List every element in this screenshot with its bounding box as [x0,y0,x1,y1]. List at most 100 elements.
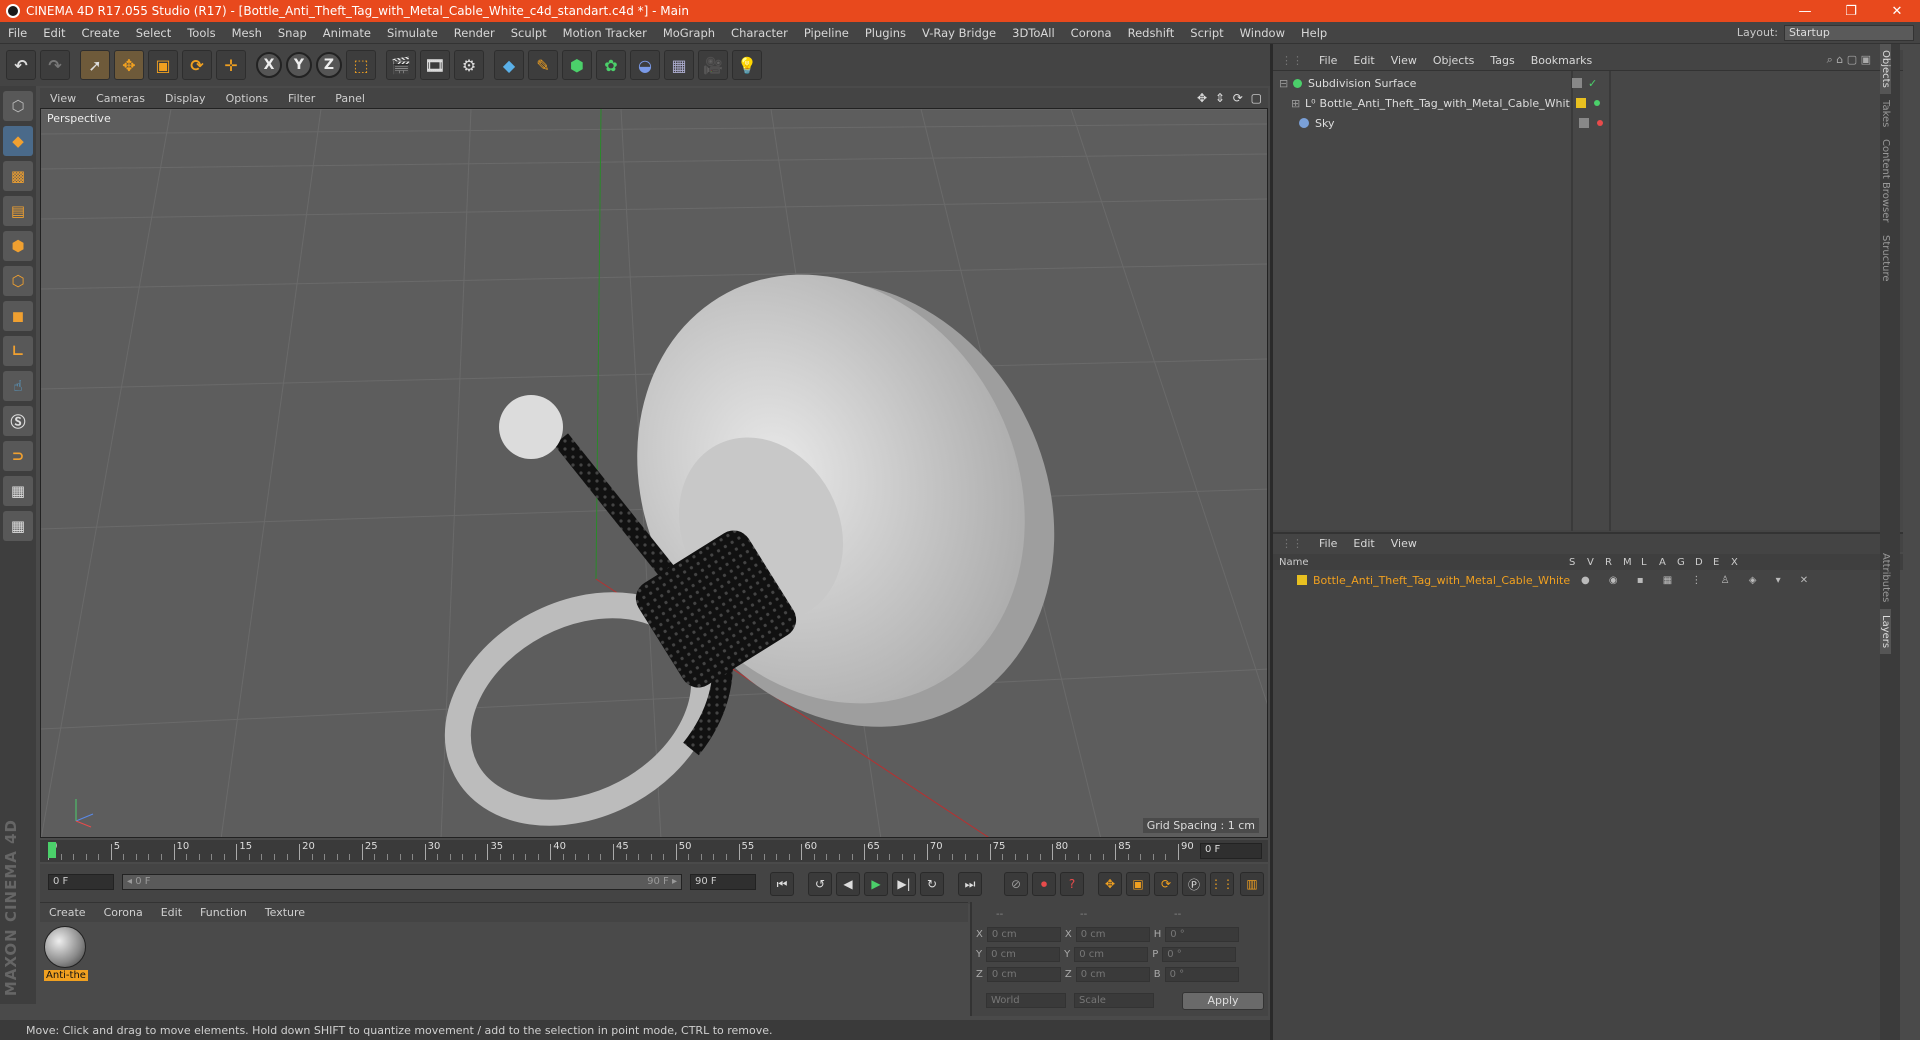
make-editable-icon[interactable]: ⬡ [3,91,33,121]
layer-col-l[interactable]: L [1641,557,1659,568]
menu-mesh[interactable]: Mesh [224,26,270,40]
mat-menu-create[interactable]: Create [40,906,95,919]
layer-col-g[interactable]: G [1677,557,1695,568]
obj-menu-view[interactable]: View [1383,54,1425,67]
planar-workplane-icon[interactable]: ▦ [3,511,33,541]
menu-animate[interactable]: Animate [315,26,379,40]
prev-key-icon[interactable]: ↺ [808,872,832,896]
coordinate-system-icon[interactable]: ⬚ [346,50,376,80]
menu-create[interactable]: Create [74,26,128,40]
keyframe-selection-icon[interactable]: ? [1060,872,1084,896]
key-scale-icon[interactable]: ▣ [1126,872,1150,896]
size-y-field[interactable]: 0 cm [1074,946,1149,962]
obj-menu-bookmarks[interactable]: Bookmarks [1523,54,1600,67]
prev-frame-icon[interactable]: ◀ [836,872,860,896]
camera-icon[interactable]: 🎥 [698,50,728,80]
rotation-p-field[interactable]: 0 ° [1162,946,1237,962]
panel-grip-icon[interactable]: ⋮⋮ [1273,54,1311,67]
layer-menu-file[interactable]: File [1311,537,1345,550]
timeline-window-icon[interactable]: ▥ [1240,872,1264,896]
layer-col-d[interactable]: D [1695,557,1713,568]
deformer-icon[interactable]: ◒ [630,50,660,80]
menu-simulate[interactable]: Simulate [379,26,446,40]
viewport-menu-filter[interactable]: Filter [278,92,325,105]
layer-col-e[interactable]: E [1713,557,1731,568]
live-selection-icon[interactable]: ✛ [216,50,246,80]
close-button[interactable]: ✕ [1874,4,1920,19]
scale-tool-icon[interactable]: ▣ [148,50,178,80]
tree-expand-icon[interactable]: ⊟ [1279,77,1293,90]
menu-tools[interactable]: Tools [179,26,223,40]
layer-tag-icon[interactable] [1579,118,1589,128]
tab-structure[interactable]: Structure [1880,229,1891,288]
obj-menu-file[interactable]: File [1311,54,1345,67]
layer-col-r[interactable]: R [1605,557,1623,568]
visibility-dot-icon[interactable] [1593,100,1600,106]
visibility-dot-icon[interactable] [1597,120,1603,126]
subdivision-surface-icon[interactable]: ⬢ [562,50,592,80]
next-key-icon[interactable]: ↻ [920,872,944,896]
auto-key-icon[interactable]: ⏺ [1032,872,1056,896]
coordinate-space-dropdown[interactable]: World [986,992,1066,1008]
layer-col-a[interactable]: A [1659,557,1677,568]
cloner-icon[interactable]: ✿ [596,50,626,80]
snap-icon[interactable]: Ⓢ [3,406,33,436]
render-settings-icon[interactable]: ⚙ [454,50,484,80]
x-axis-lock-button[interactable]: X [256,52,282,78]
layout-dropdown[interactable]: Startup [1784,24,1914,41]
viewport-menu-display[interactable]: Display [155,92,216,105]
layer-toggle-icons[interactable]: ● ◉ ▪ ▦ ⋮ ♙ ◈ ▾ ✕ [1581,575,1816,586]
y-axis-lock-button[interactable]: Y [286,52,312,78]
menu-edit[interactable]: Edit [35,26,73,40]
menu-render[interactable]: Render [446,26,503,40]
render-view-icon[interactable]: 🎬 [386,50,416,80]
key-position-icon[interactable]: ✥ [1098,872,1122,896]
move-tool-icon[interactable]: ✥ [114,50,144,80]
menu-3dtoall[interactable]: 3DToAll [1004,26,1063,40]
texture-mode-icon[interactable]: ▩ [3,161,33,191]
mat-menu-edit[interactable]: Edit [152,906,191,919]
record-keys-icon[interactable]: ⊘ [1004,872,1028,896]
menu-corona[interactable]: Corona [1063,26,1120,40]
search-icon[interactable]: ⌕ ⌂ ▢ ▣ [1819,53,1879,67]
play-icon[interactable]: ▶ [864,872,888,896]
end-frame-field[interactable]: 90 F [690,874,756,890]
rotation-b-field[interactable]: 0 ° [1164,966,1239,982]
position-x-field[interactable]: 0 cm [986,926,1061,942]
rotation-h-field[interactable]: 0 ° [1165,926,1240,942]
pen-spline-icon[interactable]: ✎ [528,50,558,80]
goto-end-icon[interactable]: ⏭ [958,872,982,896]
magnet-icon[interactable]: ⊃ [3,441,33,471]
viewport-navigation-icons[interactable]: ✥ ⇕ ⟳ ▢ [1197,91,1268,105]
layer-tag-icon[interactable] [1572,78,1582,88]
tweak-mode-icon[interactable]: ☝ [3,371,33,401]
light-icon[interactable]: 💡 [732,50,762,80]
model-mode-icon[interactable]: ◆ [3,126,33,156]
position-y-field[interactable]: 0 cm [986,946,1061,962]
viewport-menu-view[interactable]: View [40,92,86,105]
apply-button[interactable]: Apply [1182,992,1264,1010]
axis-mode-icon[interactable]: ∟ [3,336,33,366]
obj-menu-objects[interactable]: Objects [1425,54,1483,67]
position-z-field[interactable]: 0 cm [986,966,1061,982]
mat-menu-texture[interactable]: Texture [256,906,314,919]
workplane-icon[interactable]: ▤ [3,196,33,226]
menu-plugins[interactable]: Plugins [857,26,914,40]
size-mode-dropdown[interactable]: Scale [1074,992,1154,1008]
layer-col-m[interactable]: M [1623,557,1641,568]
timeline-ruler[interactable]: 051015202530354045505560657075808590 0 F [40,840,1268,862]
layer-col-s[interactable]: S [1569,557,1587,568]
menu-file[interactable]: File [0,26,35,40]
restore-button[interactable]: ❐ [1828,4,1874,19]
layer-menu-edit[interactable]: Edit [1345,537,1382,550]
menu-window[interactable]: Window [1232,26,1293,40]
enabled-check-icon[interactable]: ✓ [1588,77,1597,90]
layer-col-x[interactable]: X [1731,557,1749,568]
edges-mode-icon[interactable]: ⬡ [3,266,33,296]
object-row-subdivision[interactable]: ⊟ Subdivision Surface ✓ [1273,73,1903,93]
menu-redshift[interactable]: Redshift [1120,26,1183,40]
redo-icon[interactable]: ↷ [40,50,70,80]
menu-character[interactable]: Character [723,26,796,40]
mat-menu-function[interactable]: Function [191,906,256,919]
tab-attributes[interactable]: Attributes [1880,547,1891,608]
